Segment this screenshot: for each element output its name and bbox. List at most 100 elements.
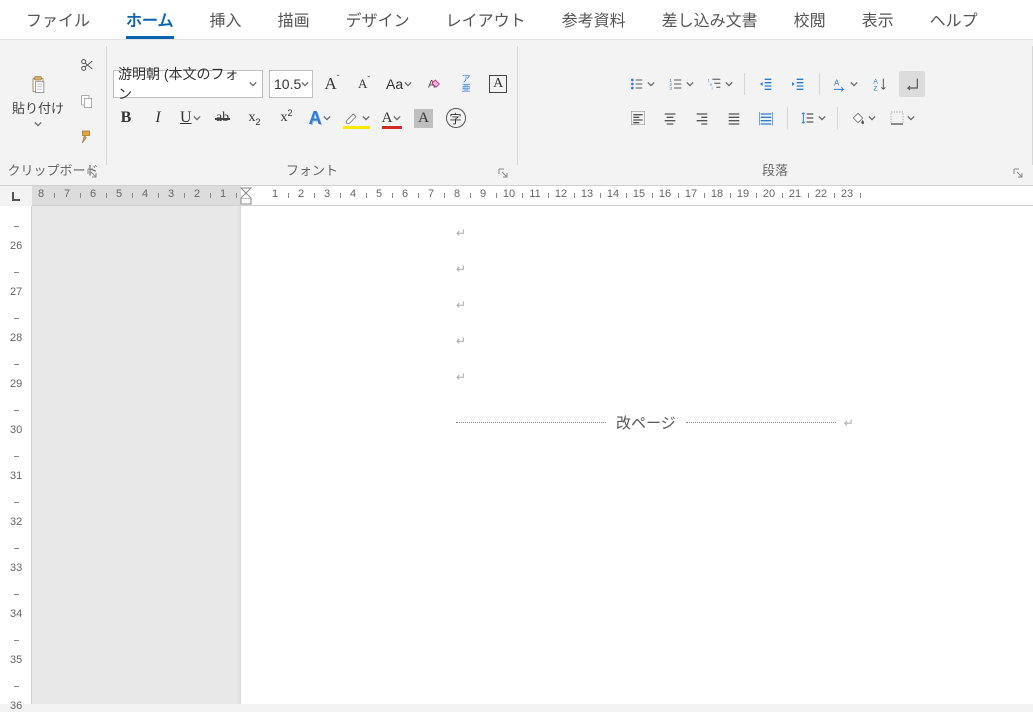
- multilevel-list-button[interactable]: 1ai: [703, 71, 736, 97]
- group-clipboard: 貼り付け クリップボード: [0, 40, 106, 185]
- text-effects-button[interactable]: A: [306, 105, 334, 131]
- superscript-button[interactable]: x2: [274, 105, 300, 131]
- bullet-list-icon: [628, 75, 646, 93]
- svg-text:3: 3: [669, 86, 672, 91]
- format-painter-button[interactable]: [74, 124, 100, 150]
- svg-text:A: A: [834, 78, 840, 87]
- chevron-down-icon: [646, 79, 656, 89]
- character-border-button[interactable]: A: [485, 71, 511, 97]
- bullets-button[interactable]: [625, 71, 658, 97]
- page[interactable]: ↵ ↵ ↵ ↵ ↵ 改ページ ↵: [241, 206, 1033, 704]
- show-paragraph-marks-button[interactable]: [899, 71, 925, 97]
- font-size-combo[interactable]: 10.5: [269, 70, 313, 98]
- tab-help[interactable]: ヘルプ: [912, 0, 996, 39]
- bold-button[interactable]: B: [113, 105, 139, 131]
- align-center-button[interactable]: [657, 105, 683, 131]
- page-break-indicator: 改ページ ↵: [456, 412, 1033, 433]
- align-left-icon: [629, 109, 647, 127]
- align-right-icon: [693, 109, 711, 127]
- tab-home[interactable]: ホーム: [108, 0, 192, 39]
- group-font: 游明朝 (本文のフォン 10.5 Aˆ Aˇ Aa A ア 亜 A B I U …: [107, 40, 517, 185]
- group-paragraph: 123 1ai A AZ: [518, 40, 1032, 185]
- chevron-down-icon: [867, 113, 877, 123]
- svg-text:Z: Z: [873, 86, 877, 92]
- paragraph-mark: ↵: [456, 334, 1033, 370]
- highlighter-icon: [343, 109, 361, 127]
- sort-button[interactable]: AZ: [867, 71, 893, 97]
- paragraph-mark: ↵: [456, 226, 1033, 262]
- italic-button[interactable]: I: [145, 105, 171, 131]
- highlight-color-button[interactable]: [340, 105, 373, 131]
- align-justify-button[interactable]: [721, 105, 747, 131]
- horizontal-ruler[interactable]: 8765432112345678910111213141516171819202…: [32, 186, 1033, 206]
- chevron-down-icon: [33, 119, 43, 129]
- text-direction-icon: A: [831, 75, 849, 93]
- chevron-down-icon: [361, 113, 371, 123]
- group-clipboard-label: クリップボード: [6, 158, 100, 183]
- grow-font-button[interactable]: Aˆ: [319, 71, 345, 97]
- align-left-button[interactable]: [625, 105, 651, 131]
- numbering-button[interactable]: 123: [664, 71, 697, 97]
- underline-button[interactable]: U: [177, 105, 204, 131]
- align-center-icon: [661, 109, 679, 127]
- tab-view[interactable]: 表示: [844, 0, 912, 39]
- clear-formatting-button[interactable]: A: [421, 71, 447, 97]
- chevron-down-icon: [849, 79, 859, 89]
- dialog-launcher-icon[interactable]: [497, 167, 509, 179]
- chevron-down-icon: [301, 79, 309, 89]
- svg-text:i: i: [712, 85, 713, 90]
- group-paragraph-label: 段落: [524, 158, 1026, 183]
- font-name-combo[interactable]: 游明朝 (本文のフォン: [113, 70, 263, 98]
- tab-mailings[interactable]: 差し込み文書: [644, 0, 776, 39]
- multilevel-list-icon: 1ai: [706, 75, 724, 93]
- distributed-button[interactable]: [753, 105, 779, 131]
- chevron-down-icon: [906, 113, 916, 123]
- chevron-down-icon: [724, 79, 734, 89]
- increase-indent-button[interactable]: [785, 71, 811, 97]
- eraser-a-icon: A: [425, 75, 443, 93]
- enclose-characters-button[interactable]: 字: [443, 105, 469, 131]
- borders-icon: [888, 109, 906, 127]
- strikethrough-button[interactable]: ab: [210, 105, 236, 131]
- character-shading-button[interactable]: A: [411, 105, 437, 131]
- paste-label: 貼り付け: [12, 98, 64, 117]
- cut-button[interactable]: [74, 52, 100, 78]
- chevron-down-icon: [248, 79, 258, 89]
- copy-button[interactable]: [74, 88, 100, 114]
- text-direction-button[interactable]: A: [828, 71, 861, 97]
- tab-design[interactable]: デザイン: [328, 0, 428, 39]
- tab-layout[interactable]: レイアウト: [428, 0, 544, 39]
- sort-icon: AZ: [871, 75, 889, 93]
- tab-insert[interactable]: 挿入: [192, 0, 260, 39]
- scissors-icon: [78, 56, 96, 74]
- paint-bucket-icon: [849, 109, 867, 127]
- change-case-button[interactable]: Aa: [383, 71, 415, 97]
- chevron-down-icon: [392, 113, 402, 123]
- tab-review[interactable]: 校閲: [776, 0, 844, 39]
- font-color-button[interactable]: A: [379, 105, 405, 131]
- align-right-button[interactable]: [689, 105, 715, 131]
- tab-file[interactable]: ファイル: [8, 0, 108, 39]
- dialog-launcher-icon[interactable]: [1012, 167, 1024, 179]
- tab-references[interactable]: 参考資料: [544, 0, 644, 39]
- vertical-ruler[interactable]: 2627282930313233343536: [0, 206, 32, 704]
- borders-button[interactable]: [885, 105, 918, 131]
- document-area: ↵ ↵ ↵ ↵ ↵ 改ページ ↵: [32, 206, 1033, 704]
- pilcrow-arrow-icon: [903, 75, 921, 93]
- align-justify-icon: [725, 109, 743, 127]
- phonetic-guide-button[interactable]: ア 亜: [453, 71, 479, 97]
- shrink-font-button[interactable]: Aˇ: [351, 71, 377, 97]
- clipboard-icon: [27, 74, 49, 96]
- dialog-launcher-icon[interactable]: [86, 167, 98, 179]
- paste-button[interactable]: 貼り付け: [6, 70, 70, 133]
- paragraph-mark: ↵: [456, 262, 1033, 298]
- subscript-button[interactable]: x2: [242, 105, 268, 131]
- decrease-indent-button[interactable]: [753, 71, 779, 97]
- group-font-label: フォント: [113, 158, 511, 183]
- svg-text:A: A: [873, 78, 878, 85]
- paintbrush-icon: [78, 128, 96, 146]
- tab-draw[interactable]: 描画: [260, 0, 328, 39]
- chevron-down-icon: [817, 113, 827, 123]
- shading-button[interactable]: [846, 105, 879, 131]
- line-spacing-button[interactable]: [796, 105, 829, 131]
